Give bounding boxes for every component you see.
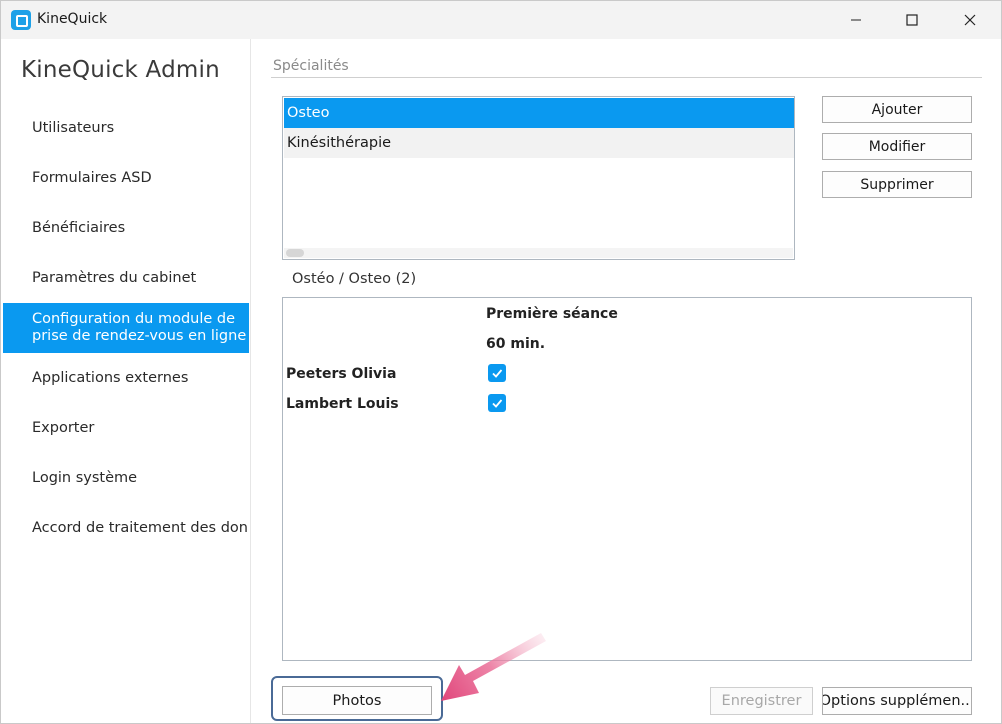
horizontal-scrollbar[interactable] <box>284 248 793 258</box>
section-label-specialites: Spécialités <box>273 58 349 74</box>
sidebar-item-formulaires-asd[interactable]: Formulaires ASD <box>3 153 249 203</box>
specialite-item-kinesitherapie[interactable]: Kinésithérapie <box>284 128 794 158</box>
window-title: KineQuick <box>37 11 108 27</box>
sidebar-title: KineQuick Admin <box>21 57 220 83</box>
sidebar-item-parametres-cabinet[interactable]: Paramètres du cabinet <box>3 253 249 303</box>
sidebar-item-accord-traitement[interactable]: Accord de traitement des données <box>3 503 249 553</box>
sidebar-item-login-systeme[interactable]: Login système <box>3 453 249 503</box>
checkbox-lambert-louis[interactable] <box>488 394 506 412</box>
close-button[interactable] <box>941 1 999 39</box>
add-button[interactable]: Ajouter <box>822 96 972 123</box>
specialite-item-osteo[interactable]: Osteo <box>284 98 794 128</box>
minimize-icon <box>851 19 861 21</box>
scrollbar-thumb[interactable] <box>286 249 304 257</box>
checkbox-peeters-olivia[interactable] <box>488 364 506 382</box>
checkmark-icon <box>492 369 503 378</box>
sidebar-item-exporter[interactable]: Exporter <box>3 403 249 453</box>
checkmark-icon <box>492 399 503 408</box>
sidebar-item-utilisateurs[interactable]: Utilisateurs <box>3 103 249 153</box>
title-bar: KineQuick <box>1 1 1001 39</box>
maximize-button[interactable] <box>883 1 941 39</box>
sidebar-item-beneficiaires[interactable]: Bénéficiaires <box>3 203 249 253</box>
sidebar-item-configuration-rdv[interactable]: Configuration du module de prise de rend… <box>3 303 249 353</box>
practitioner-name: Lambert Louis <box>286 396 399 412</box>
app-window: KineQuick KineQuick Admin Utilisateurs F… <box>0 0 1002 724</box>
sidebar-item-applications-externes[interactable]: Applications externes <box>3 353 249 403</box>
close-icon <box>964 14 976 26</box>
save-button[interactable]: Enregistrer <box>710 687 813 715</box>
delete-button[interactable]: Supprimer <box>822 171 972 198</box>
column-subheader: 60 min. <box>486 336 546 352</box>
section-divider <box>271 77 982 78</box>
app-logo-icon <box>11 10 31 30</box>
maximize-icon <box>906 14 918 26</box>
column-header: Première séance <box>486 306 618 322</box>
edit-button[interactable]: Modifier <box>822 133 972 160</box>
group-label: Ostéo / Osteo (2) <box>292 271 417 287</box>
minimize-button[interactable] <box>827 1 885 39</box>
photos-button[interactable]: Photos <box>282 686 432 715</box>
specialites-list[interactable]: Osteo Kinésithérapie <box>282 96 795 260</box>
options-button[interactable]: Options supplémen... <box>822 687 972 715</box>
practitioner-name: Peeters Olivia <box>286 366 397 382</box>
practitioner-grid: Première séance 60 min. Peeters Olivia L… <box>282 297 972 661</box>
